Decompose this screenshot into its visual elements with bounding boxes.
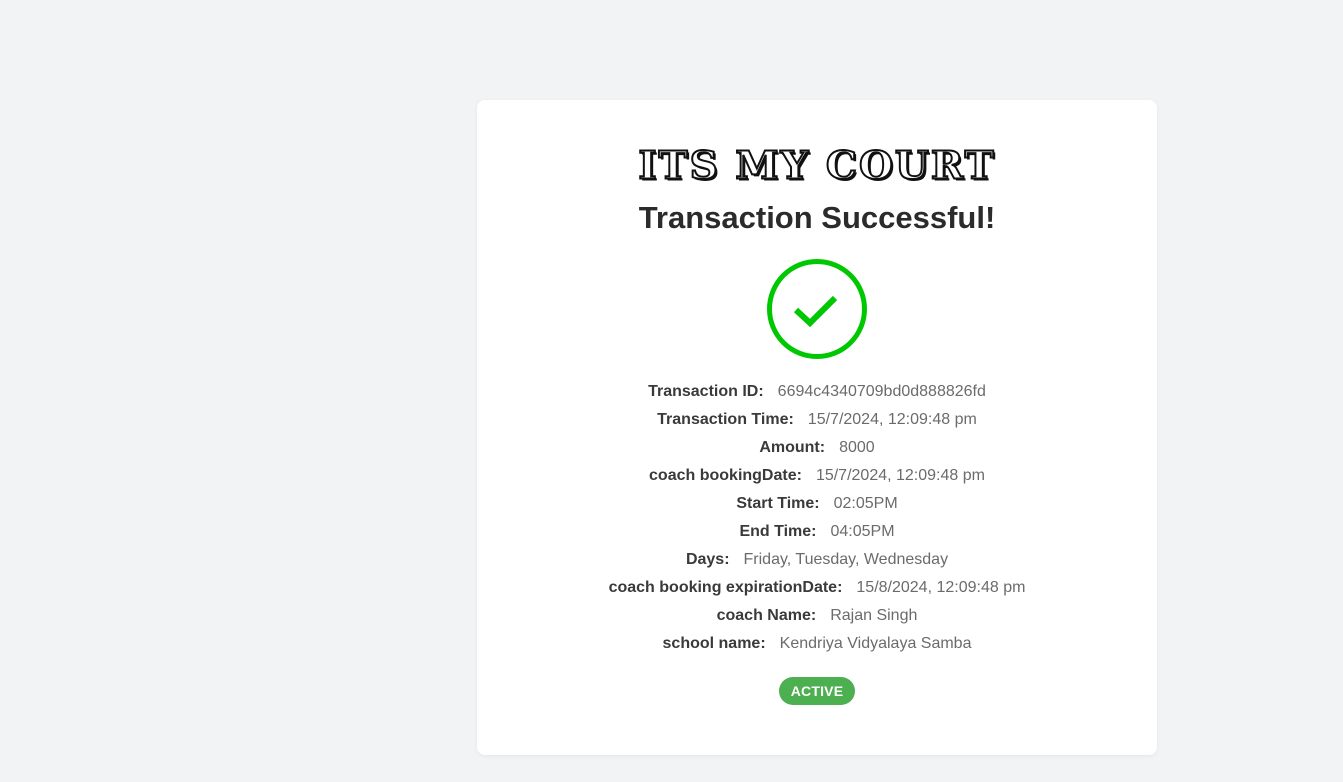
transaction-details: Transaction ID: 6694c4340709bd0d888826fd … <box>477 378 1157 658</box>
detail-value: Rajan Singh <box>830 607 918 624</box>
detail-row-school-name: school name: Kendriya Vidyalaya Samba <box>477 630 1157 658</box>
page-title: Transaction Successful! <box>638 200 996 235</box>
detail-row-start-time: Start Time: 02:05PM <box>477 490 1157 518</box>
detail-label: Start Time: <box>736 495 820 512</box>
status-badge: ACTIVE <box>779 677 855 705</box>
detail-value: 15/7/2024, 12:09:48 pm <box>807 411 977 428</box>
detail-label: Amount: <box>759 439 826 456</box>
detail-label: coach Name: <box>716 607 817 624</box>
detail-label: Days: <box>685 551 730 568</box>
detail-row-days: Days: Friday, Tuesday, Wednesday <box>477 546 1157 574</box>
check-circle-icon <box>766 258 868 360</box>
detail-value: Friday, Tuesday, Wednesday <box>743 551 949 568</box>
detail-row-expiration-date: coach booking expirationDate: 15/8/2024, … <box>477 574 1157 602</box>
detail-value: Kendriya Vidyalaya Samba <box>779 635 972 652</box>
detail-row-transaction-time: Transaction Time: 15/7/2024, 12:09:48 pm <box>477 406 1157 434</box>
detail-label: school name: <box>662 635 766 652</box>
detail-value: 15/8/2024, 12:09:48 pm <box>856 579 1026 596</box>
detail-row-booking-date: coach bookingDate: 15/7/2024, 12:09:48 pm <box>477 462 1157 490</box>
detail-value: 8000 <box>839 439 875 456</box>
detail-row-amount: Amount: 8000 <box>477 434 1157 462</box>
transaction-card: ITS MY COURT Transaction Successful! Tra… <box>477 100 1157 755</box>
detail-value: 02:05PM <box>833 495 898 512</box>
detail-value: 04:05PM <box>830 523 895 540</box>
detail-row-coach-name: coach Name: Rajan Singh <box>477 602 1157 630</box>
detail-row-end-time: End Time: 04:05PM <box>477 518 1157 546</box>
detail-label: End Time: <box>739 523 817 540</box>
detail-row-transaction-id: Transaction ID: 6694c4340709bd0d888826fd <box>477 378 1157 406</box>
detail-value: 6694c4340709bd0d888826fd <box>777 383 986 400</box>
detail-label: Transaction ID: <box>648 383 764 400</box>
detail-label: Transaction Time: <box>657 411 794 428</box>
brand-logo: ITS MY COURT <box>637 143 996 189</box>
detail-label: coach bookingDate: <box>649 467 802 484</box>
detail-label: coach booking expirationDate: <box>608 579 843 596</box>
detail-value: 15/7/2024, 12:09:48 pm <box>815 467 985 484</box>
